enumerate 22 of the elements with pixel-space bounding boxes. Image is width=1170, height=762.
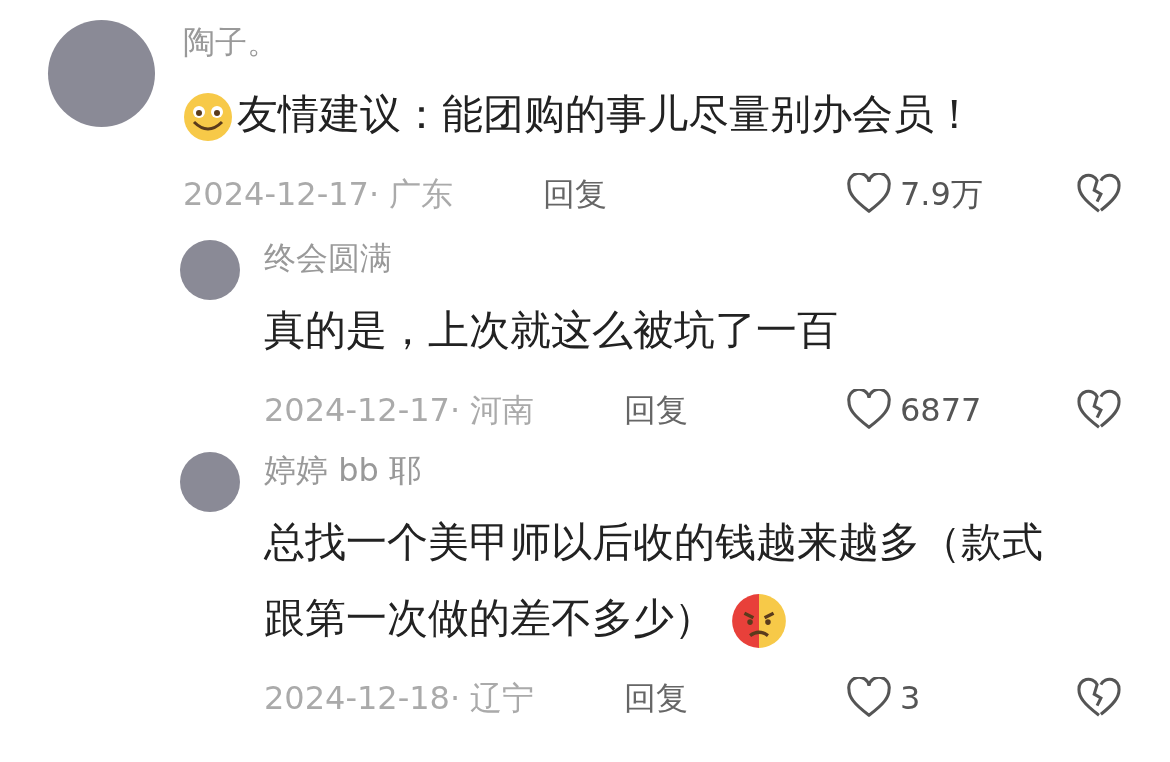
heart-icon[interactable] <box>846 677 892 719</box>
like-count: 7.9万 <box>900 174 983 215</box>
annoyed-emoji-icon <box>731 593 787 649</box>
broken-heart-icon[interactable] <box>1076 173 1122 215</box>
date-location: 2024-12-17· 河南 <box>264 390 536 431</box>
broken-heart-icon[interactable] <box>1076 677 1122 719</box>
comment-text: 总找一个美甲师以后收的钱越来越多（款式跟第一次做的差不多少） <box>264 504 1054 656</box>
reply-button[interactable]: 回复 <box>543 170 607 218</box>
date-location: 2024-12-17· 广东 <box>183 174 455 215</box>
avatar-photo-placeholder[interactable] <box>180 452 240 512</box>
reply-button[interactable]: 回复 <box>624 674 688 722</box>
comment-text: 友情建议：能团购的事儿尽量别办会员！ <box>183 76 1170 152</box>
like-count: 3 <box>900 678 921 719</box>
heart-icon[interactable] <box>846 389 892 431</box>
like-count: 6877 <box>900 390 982 431</box>
heart-icon[interactable] <box>846 173 892 215</box>
reply-button[interactable]: 回复 <box>624 386 688 434</box>
avatar-photo-placeholder[interactable] <box>180 240 240 300</box>
smiling-emoji-icon <box>183 92 233 142</box>
date-location: 2024-12-18· 辽宁 <box>264 678 536 719</box>
broken-heart-icon[interactable] <box>1076 389 1122 431</box>
comment-text: 真的是，上次就这么被坑了一百 <box>264 305 839 356</box>
